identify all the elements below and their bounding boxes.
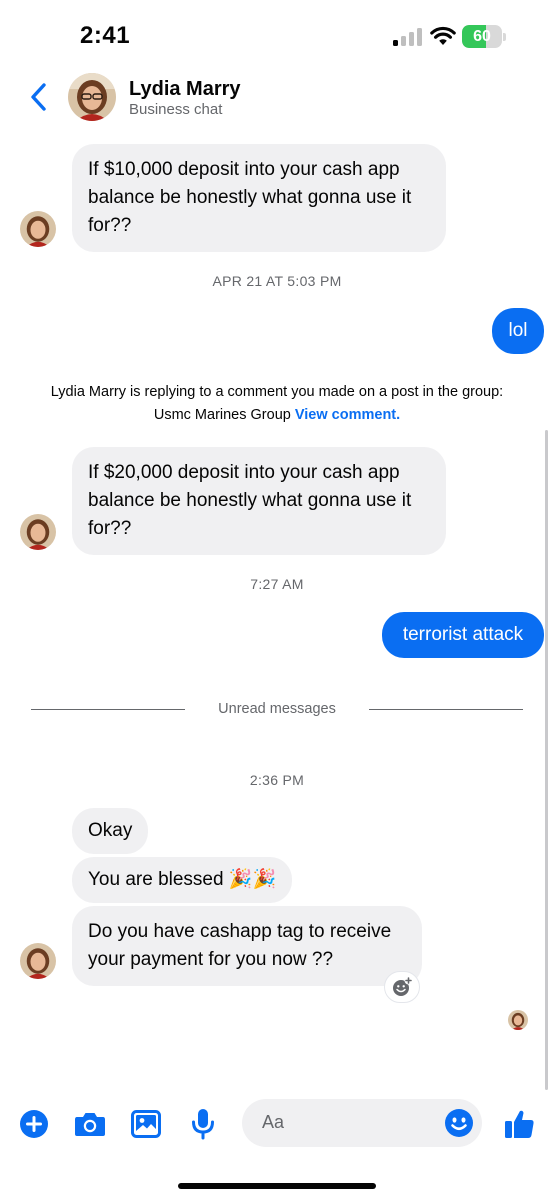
read-receipt-avatar: [508, 1010, 528, 1030]
timestamp: 2:36 PM: [249, 772, 305, 788]
wifi-icon: [430, 26, 456, 45]
contact-avatar[interactable]: [68, 73, 116, 121]
voice-button[interactable]: [183, 1104, 223, 1144]
add-reaction-icon: [393, 976, 413, 996]
chat-header: Lydia Marry Business chat: [0, 66, 554, 128]
gallery-button[interactable]: [126, 1104, 166, 1144]
message-line: If $20,000 deposit into your cash app: [88, 462, 400, 483]
back-button[interactable]: [22, 80, 54, 114]
home-indicator[interactable]: [178, 1183, 376, 1189]
timestamp: APR 21 AT 5:03 PM: [212, 273, 342, 289]
message-line: for??: [88, 518, 132, 539]
message-line: balance be honestly what gonna use it: [88, 490, 412, 511]
incoming-message[interactable]: If $10,000 deposit into your cash app ba…: [72, 144, 446, 252]
microphone-icon: [192, 1109, 214, 1140]
battery-indicator: 60: [462, 25, 506, 48]
note-text: Lydia Marry is replying to a comment you…: [50, 384, 504, 400]
camera-button[interactable]: [70, 1104, 110, 1144]
message-line: for??: [88, 215, 132, 236]
scrollbar[interactable]: [545, 430, 548, 1090]
incoming-message[interactable]: Okay: [72, 808, 149, 854]
reply-context-note: Lydia Marry is replying to a comment you…: [0, 381, 554, 427]
outgoing-message[interactable]: terrorist attack: [382, 612, 544, 658]
message-composer: Aa: [0, 1096, 554, 1152]
camera-icon: [75, 1113, 105, 1136]
message-line: If $10,000 deposit into your cash app: [88, 159, 400, 180]
plus-icon: [20, 1110, 48, 1138]
incoming-message[interactable]: If $20,000 deposit into your cash app ba…: [72, 447, 446, 555]
thumbs-up-icon: [505, 1110, 534, 1138]
message-line: your payment for you now ??: [88, 949, 334, 970]
contact-subtitle: Business chat: [129, 101, 223, 118]
unread-messages-divider: Unread messages: [0, 697, 554, 723]
emoji-button[interactable]: [443, 1107, 475, 1139]
battery-percent: 60: [473, 28, 491, 45]
message-line: balance be honestly what gonna use it: [88, 187, 412, 208]
image-icon: [131, 1110, 161, 1138]
message-placeholder: Aa: [262, 1112, 285, 1132]
note-group-name: Usmc Marines Group: [153, 407, 291, 423]
view-comment-link[interactable]: View comment.: [295, 407, 400, 423]
sender-avatar[interactable]: [20, 211, 56, 247]
emoji-icon: [445, 1109, 473, 1137]
incoming-message[interactable]: Do you have cashapp tag to receive your …: [72, 906, 422, 986]
like-button[interactable]: [500, 1104, 540, 1144]
incoming-message[interactable]: You are blessed 🎉🎉: [72, 857, 293, 903]
message-input[interactable]: Aa: [242, 1099, 482, 1147]
message-line: Do you have cashapp tag to receive: [88, 921, 392, 942]
sender-avatar[interactable]: [20, 943, 56, 979]
add-reaction-button[interactable]: [384, 971, 420, 1003]
contact-name[interactable]: Lydia Marry: [129, 78, 241, 101]
timestamp: 7:27 AM: [250, 576, 304, 592]
plus-button[interactable]: [14, 1104, 54, 1144]
cellular-signal-icon: [393, 28, 422, 46]
back-chevron-icon: [31, 83, 46, 111]
status-bar: 2:41 60: [0, 0, 554, 66]
sender-avatar[interactable]: [20, 514, 56, 550]
outgoing-message[interactable]: lol: [492, 308, 544, 354]
status-time: 2:41: [80, 22, 131, 49]
